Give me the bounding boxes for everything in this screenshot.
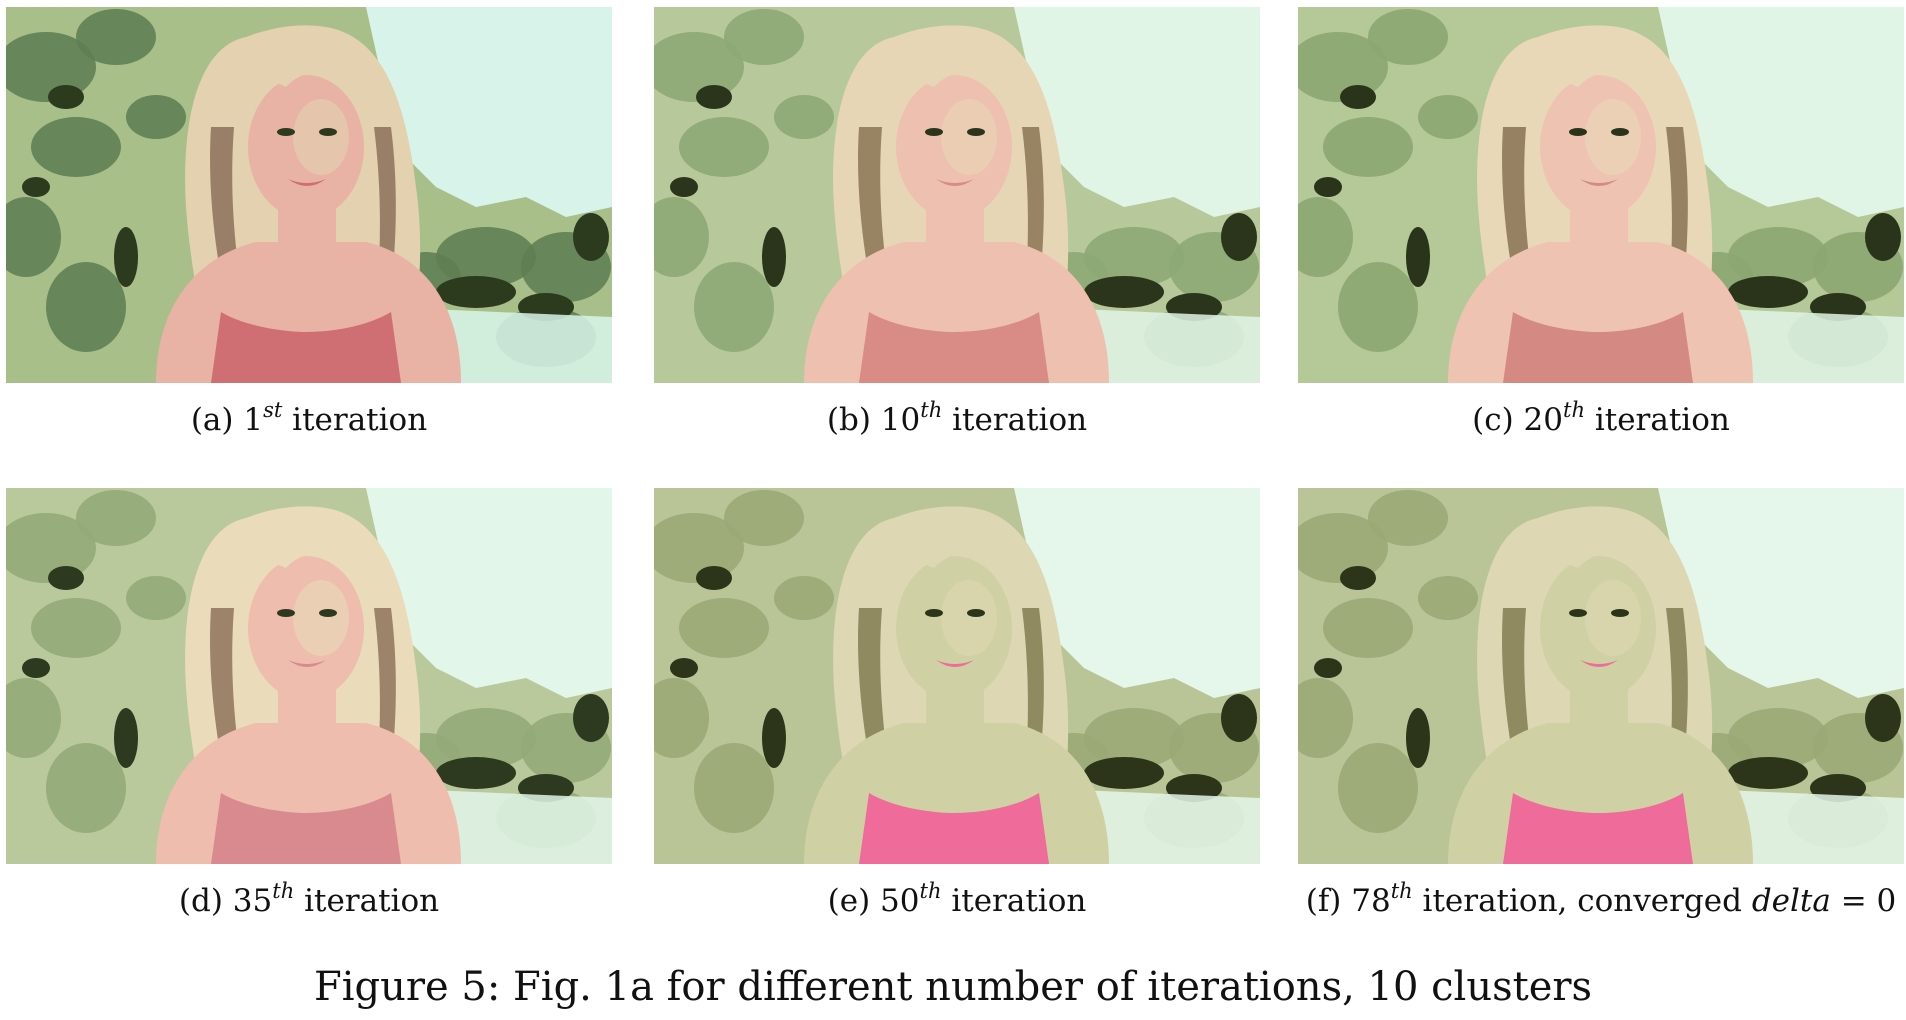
foliage-patch [1338,743,1418,833]
foliage-patch [46,262,126,352]
shadow-patch [1865,694,1901,742]
eye [1611,609,1629,617]
panel-a: (a) 1st iteration [6,7,612,440]
foliage-patch [694,262,774,352]
eye [925,128,943,136]
face-highlight [1585,580,1641,656]
foliage-patch [1338,262,1418,352]
shadow-patch [1406,708,1430,768]
quantized-image [1298,488,1904,864]
foliage-patch [679,117,769,177]
foliage-patch [1368,9,1448,65]
shadow-patch [1865,213,1901,261]
eye [1569,609,1587,617]
foliage-patch [76,490,156,546]
eye [1569,128,1587,136]
subcaption: (f) 78th iteration, converged delta = 0 [1305,879,1897,920]
eye [277,609,295,617]
shadow-patch [762,227,786,287]
foliage-patch [1368,490,1448,546]
shadow-patch [436,276,516,308]
shadow-patch [670,177,698,197]
shadow-patch [22,177,50,197]
quantized-image [6,7,612,383]
figure-caption: Figure 5: Fig. 1a for different number o… [313,964,1593,1010]
eye [319,609,337,617]
foliage-patch [694,743,774,833]
panel-f: (f) 78th iteration, converged delta = 0 [1298,488,1904,921]
shadow-patch [1084,276,1164,308]
eye [277,128,295,136]
shadow-patch [1314,177,1342,197]
face-highlight [293,580,349,656]
foliage-patch [31,598,121,658]
shadow-patch [670,658,698,678]
shadow-patch [1221,213,1257,261]
foliage-patch [1418,576,1478,620]
quantized-image [6,488,612,864]
subcaption: (a) 1st iteration [190,398,428,439]
subcaption: (c) 20th iteration [1472,398,1730,439]
subcaption: (e) 50th iteration [827,879,1087,920]
panel-d: (d) 35th iteration [6,488,612,921]
subcaption: (d) 35th iteration [178,879,440,920]
foliage-patch [1418,95,1478,139]
shadow-patch [1728,276,1808,308]
eye [925,609,943,617]
shadow-patch [436,757,516,789]
subcaption: (b) 10th iteration [826,398,1088,439]
shadow-patch [696,85,732,109]
foliage-patch [724,490,804,546]
shadow-patch [22,658,50,678]
foliage-patch [31,117,121,177]
shadow-patch [48,566,84,590]
foliage-patch [126,95,186,139]
shadow-patch [1340,85,1376,109]
eye [967,128,985,136]
face-highlight [941,99,997,175]
foliage-patch [1323,117,1413,177]
foliage-patch [724,9,804,65]
shadow-patch [762,708,786,768]
panel-c: (c) 20th iteration [1298,7,1904,440]
eye [1611,128,1629,136]
foliage-patch [76,9,156,65]
shadow-patch [1314,658,1342,678]
panel-e: (e) 50th iteration [654,488,1260,921]
shadow-patch [1340,566,1376,590]
face-highlight [293,99,349,175]
eye [319,128,337,136]
face-highlight [941,580,997,656]
face-highlight [1585,99,1641,175]
shadow-patch [1221,694,1257,742]
shadow-patch [114,708,138,768]
shadow-patch [48,85,84,109]
quantized-image [654,488,1260,864]
shadow-patch [1728,757,1808,789]
shadow-patch [573,213,609,261]
foliage-patch [126,576,186,620]
panel-b: (b) 10th iteration [654,7,1260,440]
foliage-patch [774,576,834,620]
shadow-patch [1406,227,1430,287]
foliage-patch [46,743,126,833]
eye [967,609,985,617]
quantized-image [654,7,1260,383]
shadow-patch [573,694,609,742]
foliage-patch [774,95,834,139]
shadow-patch [696,566,732,590]
shadow-patch [114,227,138,287]
quantized-image [1298,7,1904,383]
shadow-patch [1084,757,1164,789]
foliage-patch [1323,598,1413,658]
foliage-patch [679,598,769,658]
